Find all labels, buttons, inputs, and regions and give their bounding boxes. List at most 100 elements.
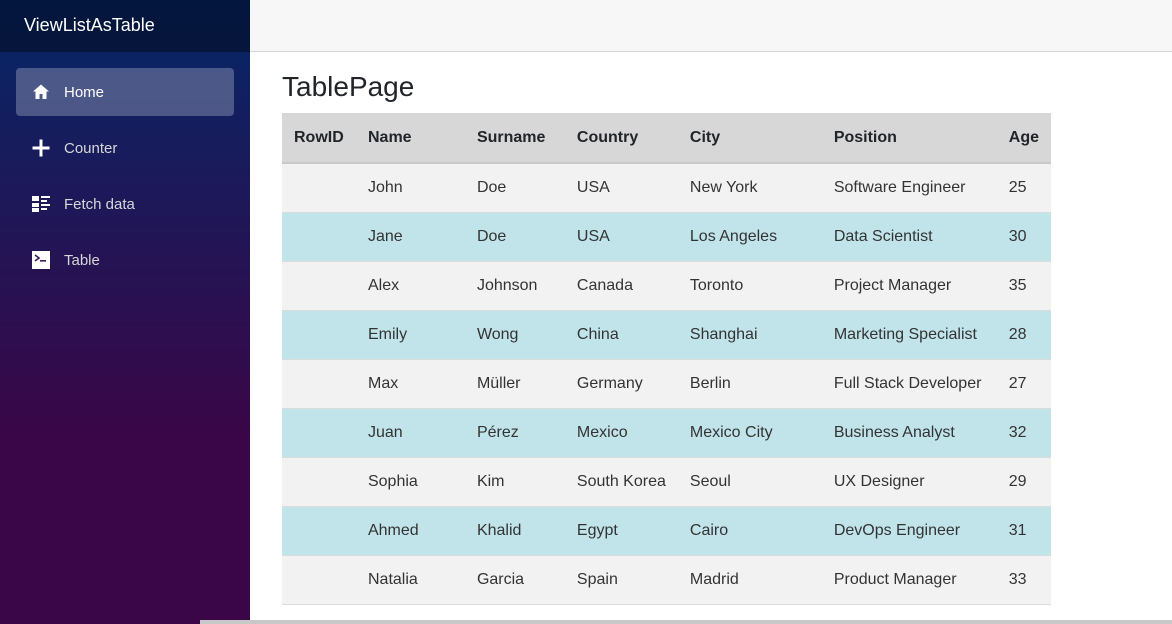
table-cell: Natalia [355,555,465,605]
table-cell: Toronto [677,261,822,311]
table-cell: USA [564,163,678,213]
table-cell: Khalid [464,506,565,556]
table-cell: Jane [355,212,465,262]
column-header: RowID [282,113,356,164]
table-cell [282,555,356,605]
table-cell: 33 [996,555,1051,605]
table-cell: Project Manager [821,261,997,311]
top-bar [250,0,1172,52]
table-cell [282,261,356,311]
list-rich-icon [32,195,50,213]
table-cell [282,408,356,458]
table-cell: Cairo [677,506,822,556]
table-cell [282,506,356,556]
table-row: Sophia Kim South Korea Seoul UX Designer 29 [282,457,1051,507]
sidebar-item-label: Table [64,251,100,269]
table-cell: 35 [996,261,1051,311]
table-cell [282,359,356,409]
terminal-icon [32,251,50,269]
table-cell: Wong [464,310,565,360]
main-content: TablePage RowID Name Surname Country Cit… [282,52,1162,605]
table-cell [282,457,356,507]
table-cell: Los Angeles [677,212,822,262]
table-cell: 32 [996,408,1051,458]
plus-icon [32,139,50,157]
column-header: Country [564,113,678,164]
column-header: City [677,113,822,164]
table-cell [282,310,356,360]
table-cell: 28 [996,310,1051,360]
table-cell: Johnson [464,261,565,311]
table-cell: 29 [996,457,1051,507]
table-cell: Product Manager [821,555,997,605]
table-row: Jane Doe USA Los Angeles Data Scientist 30 [282,212,1051,262]
table-cell: Data Scientist [821,212,997,262]
nav-menu: Home Counter Fetch data Table [0,52,250,284]
table-cell: 30 [996,212,1051,262]
sidebar-item-fetch-data[interactable]: Fetch data [16,180,234,228]
table-cell: Seoul [677,457,822,507]
table-row: John Doe USA New York Software Engineer 25 [282,163,1051,213]
table-cell: Kim [464,457,565,507]
table-cell: UX Designer [821,457,997,507]
table-cell: China [564,310,678,360]
app-title[interactable]: ViewListAsTable [0,0,250,52]
table-cell: Spain [564,555,678,605]
table-cell: USA [564,212,678,262]
table-cell: Full Stack Developer [821,359,997,409]
table-cell: Mexico [564,408,678,458]
table-body: John Doe USA New York Software Engineer 25 Jan… [282,163,1051,605]
column-header: Name [355,113,465,164]
sidebar-item-label: Home [64,83,105,101]
table-cell: John [355,163,465,213]
data-table: RowID Name Surname Country City Position… [282,113,1051,605]
table-cell: Berlin [677,359,822,409]
table-cell: Marketing Specialist [821,310,997,360]
table-cell: Max [355,359,465,409]
table-cell: Germany [564,359,678,409]
table-cell: Egypt [564,506,678,556]
table-cell: DevOps Engineer [821,506,997,556]
table-cell: Sophia [355,457,465,507]
table-cell: Juan [355,408,465,458]
table-cell: Mexico City [677,408,822,458]
table-header-row: RowID Name Surname Country City Position… [282,113,1051,164]
sidebar-item-label: Counter [64,139,118,157]
table-cell: Shanghai [677,310,822,360]
table-row: Ahmed Khalid Egypt Cairo DevOps Engineer 31 [282,506,1051,556]
home-icon [32,83,50,101]
sidebar: ViewListAsTable Home Counter Fetch data … [0,0,250,624]
table-cell: Canada [564,261,678,311]
sidebar-item-home[interactable]: Home [16,68,234,116]
table-cell [282,212,356,262]
table-cell: Garcia [464,555,565,605]
table-cell: Pérez [464,408,565,458]
table-cell: Müller [464,359,565,409]
table-row: Max Müller Germany Berlin Full Stack Develop… [282,359,1051,409]
table-cell: Emily [355,310,465,360]
table-cell: 31 [996,506,1051,556]
table-cell: New York [677,163,822,213]
table-row: Alex Johnson Canada Toronto Project Manager 3… [282,261,1051,311]
table-cell: South Korea [564,457,678,507]
column-header: Position [821,113,997,164]
sidebar-item-counter[interactable]: Counter [16,124,234,172]
table-cell [282,163,356,213]
table-cell: Madrid [677,555,822,605]
sidebar-item-table[interactable]: Table [16,236,234,284]
table-cell: Doe [464,212,565,262]
table-row: Natalia Garcia Spain Madrid Product Manager 3… [282,555,1051,605]
page-title: TablePage [282,71,415,102]
table-cell: 25 [996,163,1051,213]
table-cell: Ahmed [355,506,465,556]
table-cell: Software Engineer [821,163,997,213]
table-cell: 27 [996,359,1051,409]
column-header: Surname [464,113,565,164]
column-header: Age [996,113,1051,164]
horizontal-scrollbar[interactable] [200,620,1172,624]
table-row: Emily Wong China Shanghai Marketing Speciali… [282,310,1051,360]
table-row: Juan Pérez Mexico Mexico City Business Analy… [282,408,1051,458]
table-cell: Doe [464,163,565,213]
table-cell: Alex [355,261,465,311]
table-cell: Business Analyst [821,408,997,458]
